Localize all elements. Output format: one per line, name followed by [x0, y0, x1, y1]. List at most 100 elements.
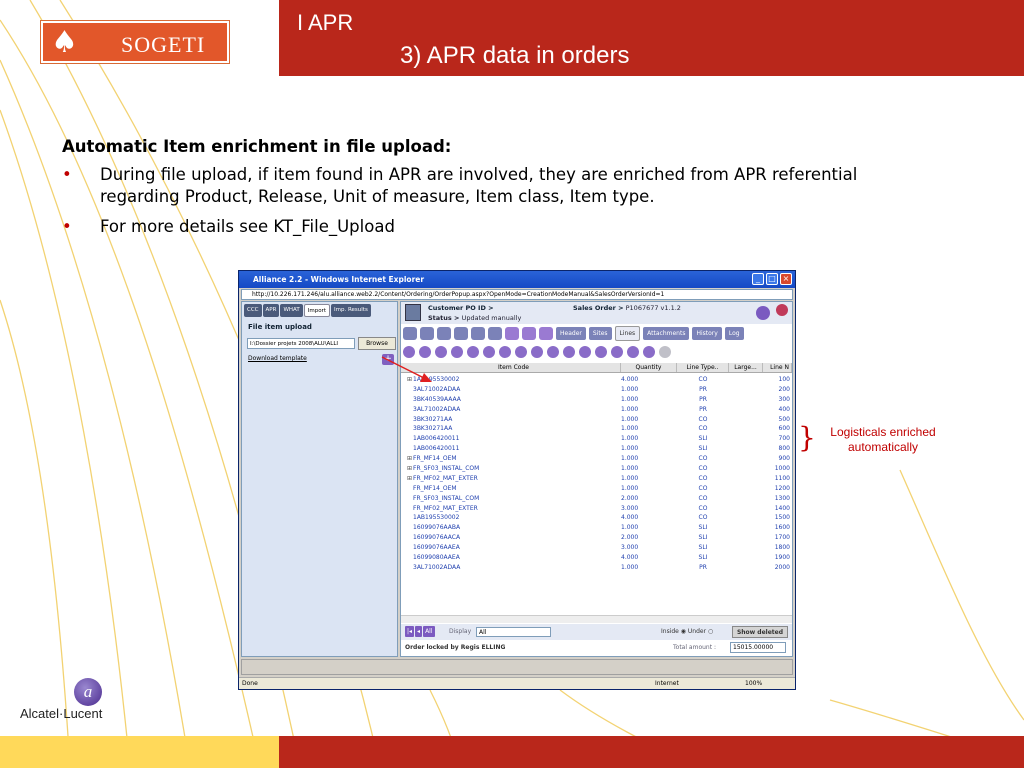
tab-log[interactable]: Log: [724, 327, 744, 340]
cell-line-number: 100: [778, 376, 790, 383]
file-upload-panel: CCC APR WHAT Import Imp. Results File it…: [241, 301, 398, 657]
action-icon[interactable]: [643, 346, 655, 358]
column-line-number[interactable]: Line N: [763, 363, 792, 372]
toolbar-icon[interactable]: [505, 327, 519, 340]
table-row[interactable]: ⊞FR_MF14_OEM 1.000 CO 900: [401, 454, 792, 464]
toolbar-icon[interactable]: [488, 327, 502, 340]
refresh-icon[interactable]: [756, 306, 770, 320]
address-bar[interactable]: http://10.226.171.246/alu.alliance.web2.…: [241, 289, 793, 300]
table-header: Item Code Quantity Line Type.. Large... …: [401, 363, 792, 373]
column-large[interactable]: Large...: [729, 363, 763, 372]
action-icon[interactable]: [499, 346, 511, 358]
cell-item-code: 16099076AACA: [401, 533, 621, 543]
tab-lines[interactable]: Lines: [614, 326, 641, 341]
inside-under-radios[interactable]: Inside ◉ Under ○: [661, 628, 713, 635]
action-icon[interactable]: [547, 346, 559, 358]
all-button[interactable]: All: [423, 626, 435, 637]
browser-status-bar: Done Internet 100%: [239, 677, 795, 689]
browse-button[interactable]: Browse: [358, 337, 396, 350]
cell-line-number: 1300: [774, 494, 790, 502]
cell-quantity: 1.000: [621, 435, 639, 443]
action-icon[interactable]: [467, 346, 479, 358]
table-row[interactable]: 16099076AABA 1.000 SLI 1600: [401, 523, 792, 533]
minimize-button[interactable]: _: [752, 273, 764, 285]
table-row[interactable]: ⊞1AB195530002 4.000 CO 100: [401, 375, 792, 385]
action-icon[interactable]: [627, 346, 639, 358]
column-quantity[interactable]: Quantity: [621, 363, 677, 372]
action-icon[interactable]: [531, 346, 543, 358]
tab-import[interactable]: Import: [303, 304, 330, 317]
item-code: 16099076AAEA: [413, 544, 460, 552]
table-row[interactable]: 3AL71002ADAA 1.000 PR 400: [401, 405, 792, 415]
display-select[interactable]: All: [476, 627, 551, 637]
action-icon[interactable]: [579, 346, 591, 358]
cell-line-type: CO: [698, 415, 708, 423]
tab-header[interactable]: Header: [556, 327, 586, 340]
table-row[interactable]: 3BK30271AA 1.000 CO 600: [401, 424, 792, 434]
file-path-input[interactable]: I:\Dossier projets 2008\ALU\ALLI: [247, 338, 355, 349]
action-icon[interactable]: [611, 346, 623, 358]
tab-history[interactable]: History: [692, 327, 722, 340]
status-zoom[interactable]: 100%: [745, 678, 762, 689]
table-row[interactable]: 1AB195530002 4.000 CO 1500: [401, 513, 792, 523]
close-button[interactable]: ×: [780, 273, 792, 285]
action-icon[interactable]: [515, 346, 527, 358]
download-template-link[interactable]: Download template: [248, 355, 307, 362]
section-heading: Automatic Item enrichment in file upload…: [62, 137, 452, 156]
toolbar-icon[interactable]: [437, 327, 451, 340]
table-row[interactable]: 16099076AACA 2.000 SLI 1700: [401, 533, 792, 543]
cell-line-number: 800: [778, 445, 790, 453]
toolbar-icon[interactable]: [522, 327, 536, 340]
close-order-icon[interactable]: [776, 304, 788, 316]
cell-item-code: 1AB006420011: [401, 444, 621, 454]
action-icon[interactable]: [451, 346, 463, 358]
column-line-type[interactable]: Line Type..: [677, 363, 729, 372]
table-row[interactable]: FR_SF03_INSTAL_COM 2.000 CO 1300: [401, 494, 792, 504]
table-row[interactable]: ⊞FR_MF02_MAT_EXTER 1.000 CO 1100: [401, 474, 792, 484]
table-row[interactable]: 3BK30271AA 1.000 CO 500: [401, 415, 792, 425]
cell-quantity: 1.000: [621, 474, 639, 482]
cell-line-number: 1800: [774, 544, 790, 552]
tab-what[interactable]: WHAT: [280, 304, 303, 317]
table-row[interactable]: 3AL71002ADAA 1.000 PR 200: [401, 385, 792, 395]
show-deleted-button[interactable]: Show deleted: [732, 626, 788, 638]
toolbar-icon[interactable]: [471, 327, 485, 340]
horizontal-scrollbar[interactable]: [401, 615, 792, 623]
action-icon[interactable]: [563, 346, 575, 358]
table-row[interactable]: 16099076AAEA 3.000 SLI 1800: [401, 543, 792, 553]
table-row[interactable]: FR_MF02_MAT_EXTER 3.000 CO 1400: [401, 504, 792, 514]
toolbar-icon[interactable]: [539, 327, 553, 340]
tab-attachments[interactable]: Attachments: [643, 327, 690, 340]
toolbar-icon[interactable]: [420, 327, 434, 340]
table-row[interactable]: 1AB006420011 1.000 SLI 800: [401, 444, 792, 454]
tab-sites[interactable]: Sites: [588, 327, 612, 340]
toolbar-icon[interactable]: [403, 327, 417, 340]
cell-item-code: FR_MF14_OEM: [401, 484, 621, 494]
status-label: Status >: [428, 314, 460, 322]
table-row[interactable]: ⊞FR_SF03_INSTAL_COM 1.000 CO 1000: [401, 464, 792, 474]
prev-page-button[interactable]: ◂: [415, 626, 423, 637]
cell-line-type: SLI: [698, 534, 708, 542]
action-icon[interactable]: [595, 346, 607, 358]
table-row[interactable]: 3AL71002ADAA 1.000 PR 2000: [401, 563, 792, 573]
table-row[interactable]: 1AB006420011 1.000 SLI 700: [401, 434, 792, 444]
cell-large: [729, 543, 763, 553]
action-icon[interactable]: [483, 346, 495, 358]
maximize-button[interactable]: □: [766, 273, 778, 285]
tab-imp-results[interactable]: Imp. Results: [330, 304, 371, 317]
cell-item-code: FR_SF03_INSTAL_COM: [401, 494, 621, 504]
table-row[interactable]: 16099080AAEA 4.000 SLI 1900: [401, 553, 792, 563]
cell-line-type: CO: [698, 504, 708, 512]
table-row[interactable]: 3BK40539AAAA 1.000 PR 300: [401, 395, 792, 405]
first-page-button[interactable]: |◂: [405, 626, 415, 637]
item-code: 3BK30271AA: [413, 415, 453, 423]
bullet-dot: •: [62, 165, 72, 184]
tab-ccc[interactable]: CCC: [244, 304, 262, 317]
bullet-text: During file upload, if item found in APR…: [100, 165, 858, 206]
cell-line-number: 1700: [774, 534, 790, 542]
toolbar-icon[interactable]: [454, 327, 468, 340]
table-row[interactable]: FR_MF14_OEM 1.000 CO 1200: [401, 484, 792, 494]
order-icon: [405, 304, 421, 321]
tab-apr[interactable]: APR: [262, 304, 280, 317]
cell-quantity: 1.000: [621, 563, 639, 571]
